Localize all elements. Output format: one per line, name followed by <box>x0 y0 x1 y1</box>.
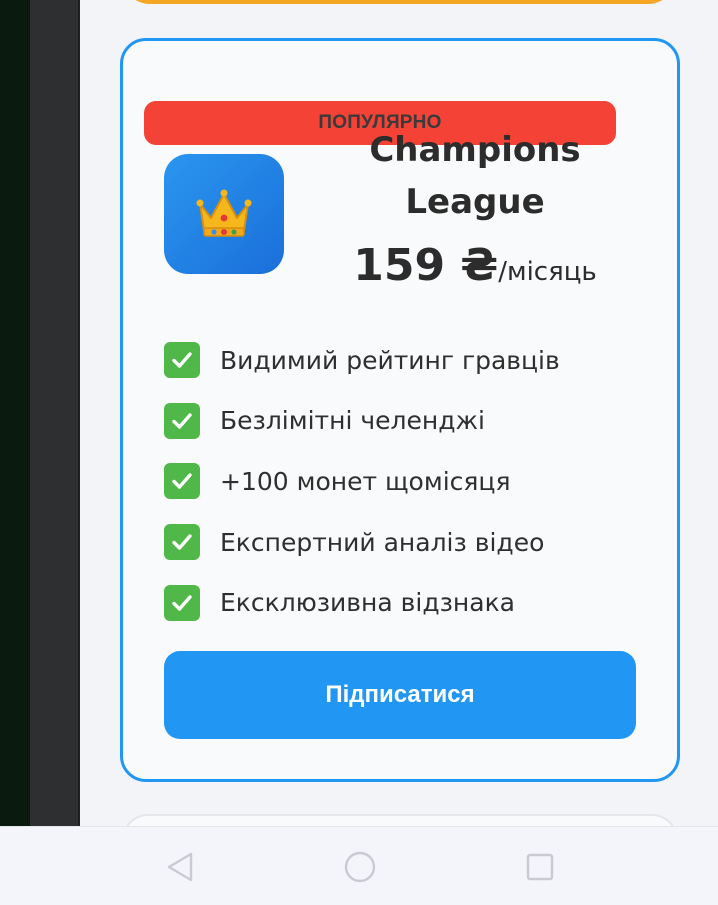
feature-item: +100 монет щомісяця <box>164 451 644 512</box>
check-icon <box>164 342 200 379</box>
system-navigation-bar <box>0 826 718 905</box>
plan-title: Champions League <box>369 130 581 222</box>
feature-item: Ексклюзивна відзнака <box>164 572 644 633</box>
previous-plan-card[interactable] <box>122 0 676 4</box>
check-icon <box>164 524 200 561</box>
feature-list: Видимий рейтинг гравців Безлімітні челен… <box>164 330 644 633</box>
crown-icon <box>196 189 252 237</box>
recents-icon[interactable] <box>520 849 560 885</box>
feature-text: Видимий рейтинг гравців <box>220 345 560 375</box>
plan-icon-tile <box>164 154 284 274</box>
check-icon <box>164 463 200 500</box>
background-left-gray <box>30 0 80 826</box>
feature-text: +100 монет щомісяця <box>220 466 511 496</box>
price-amount: 159 ₴ <box>353 240 499 291</box>
back-icon[interactable] <box>160 849 200 885</box>
background-left-dark <box>0 0 30 826</box>
feature-text: Ексклюзивна відзнака <box>220 588 515 618</box>
subscribe-button[interactable]: Підписатися <box>164 651 636 739</box>
feature-item: Експертний аналіз відео <box>164 512 644 573</box>
feature-text: Експертний аналіз відео <box>220 527 545 557</box>
check-icon <box>164 402 200 439</box>
feature-item: Видимий рейтинг гравців <box>164 330 644 391</box>
home-icon[interactable] <box>340 849 380 885</box>
price-period: /місяць <box>498 257 597 287</box>
plan-price: 159 ₴/місяць <box>330 240 620 291</box>
feature-item: Безлімітні челенджі <box>164 391 644 452</box>
check-icon <box>164 584 200 621</box>
feature-text: Безлімітні челенджі <box>220 406 485 436</box>
